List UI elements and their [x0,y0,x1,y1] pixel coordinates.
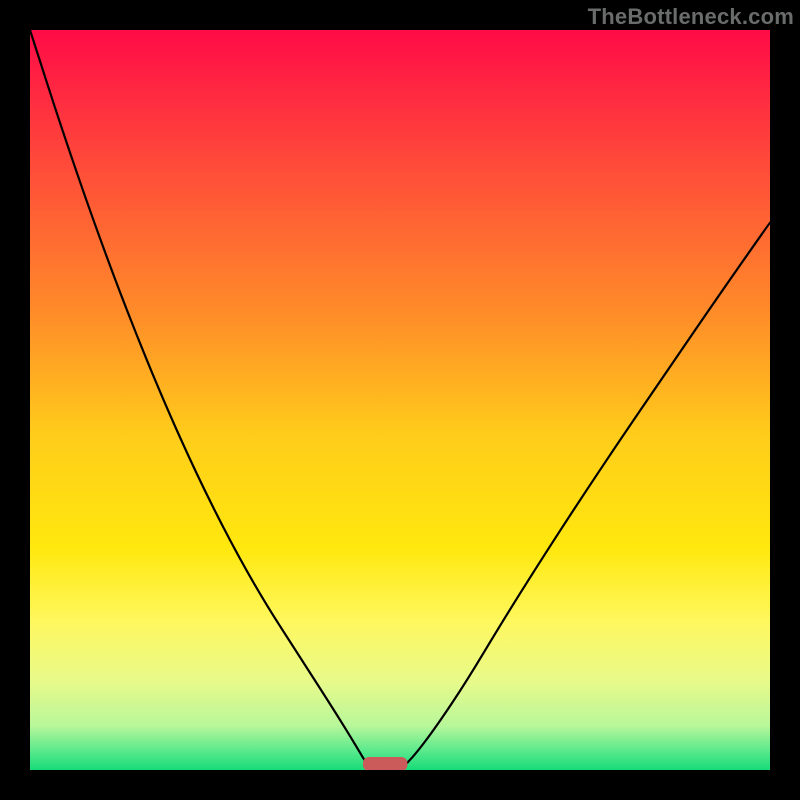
optimal-zone-marker [363,757,407,770]
watermark-text: TheBottleneck.com [588,4,794,30]
gradient-background [30,30,770,770]
plot-area [30,30,770,770]
chart-svg [30,30,770,770]
chart-frame: TheBottleneck.com [0,0,800,800]
